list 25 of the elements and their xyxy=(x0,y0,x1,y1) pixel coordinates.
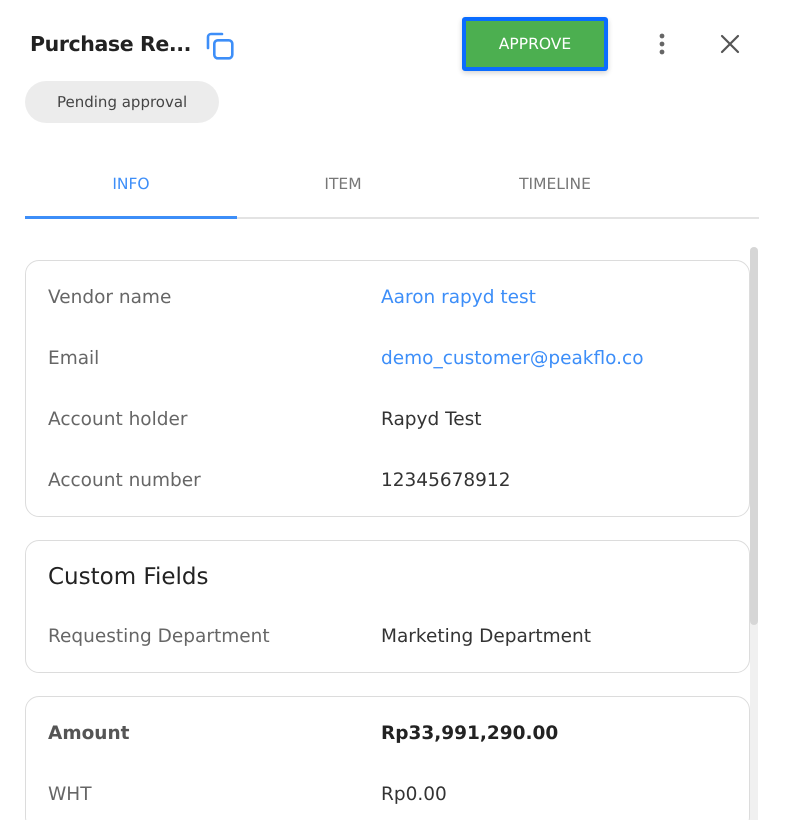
field-value: 12345678912 xyxy=(381,469,510,493)
field-label: WHT xyxy=(48,783,92,807)
field-label: Account number xyxy=(48,469,201,493)
field-value: Rp0.00 xyxy=(381,783,447,807)
field-label: Account holder xyxy=(48,408,188,432)
field-label: Email xyxy=(48,347,100,371)
tab[interactable]: INFO xyxy=(25,151,237,219)
field-value: Rapyd Test xyxy=(381,408,482,432)
section-title: Custom Fields xyxy=(48,563,208,592)
more-options-icon[interactable] xyxy=(659,33,665,55)
panel-title: Purchase Re... xyxy=(30,32,192,56)
status-badge: Pending approval xyxy=(25,81,220,123)
close-icon[interactable] xyxy=(720,34,740,54)
link-value[interactable]: demo_customer@peakflo.co xyxy=(381,346,644,372)
scrollbar-thumb[interactable] xyxy=(750,247,758,625)
field-label: Requesting Department xyxy=(48,625,270,649)
copy-icon[interactable] xyxy=(205,30,236,60)
tab[interactable]: ITEM xyxy=(237,151,449,219)
field-value: Marketing Department xyxy=(381,625,592,649)
total-value: Rp33,991,290.00 xyxy=(381,722,558,746)
tab[interactable]: TIMELINE xyxy=(449,151,661,219)
approve-button[interactable]: APPROVE xyxy=(462,17,608,71)
field-label: Vendor name xyxy=(48,286,172,310)
field-label: Amount xyxy=(48,722,130,746)
link-value[interactable]: Aaron rapyd test xyxy=(381,285,536,311)
